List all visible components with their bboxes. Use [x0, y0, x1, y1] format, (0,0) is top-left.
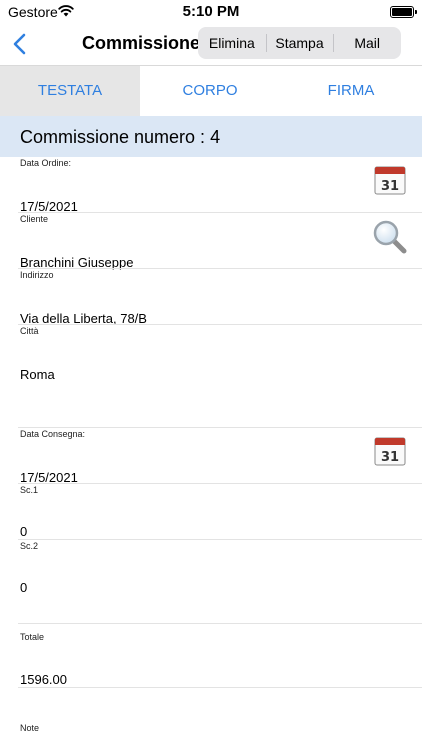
status-time: 5:10 PM [182, 3, 240, 20]
sc2-label: Sc.2 [20, 541, 39, 551]
chevron-left-icon[interactable] [10, 32, 30, 56]
indirizzo-field[interactable]: Indirizzo Via della Liberta, 78/B [0, 269, 422, 326]
note-field[interactable]: Note [0, 722, 422, 750]
citta-value[interactable]: Roma [20, 367, 55, 382]
cliente-field[interactable]: Cliente Branchini Giuseppe [0, 213, 422, 270]
field-divider [18, 687, 422, 688]
citta-label: Città [20, 326, 39, 336]
battery-icon [390, 6, 414, 18]
note-label: Note [20, 723, 40, 733]
page-title: Commissione [82, 33, 201, 53]
totale-field[interactable]: Totale 1596.00 [0, 631, 422, 688]
field-divider [18, 623, 422, 624]
battery-tip [415, 10, 417, 14]
mail-button[interactable]: Mail [333, 27, 401, 59]
tab-testata[interactable]: TESTATA [0, 66, 140, 116]
navigation-bar: Commissione Elimina Stampa Mail [0, 24, 422, 66]
calendar-day-text: 31 [381, 450, 399, 465]
sc2-value[interactable]: 0 [20, 580, 27, 595]
totale-label: Totale [20, 632, 45, 642]
data-ordine-label: Data Ordine: [20, 158, 72, 168]
section-title: Commissione numero : 4 [20, 127, 221, 147]
magnifier-icon[interactable] [372, 219, 408, 255]
data-consegna-field[interactable]: Data Consegna: 17/5/2021 [0, 428, 422, 485]
data-consegna-label: Data Consegna: [20, 429, 86, 439]
battery-level [392, 8, 412, 16]
section-header: Commissione numero : 4 [0, 116, 422, 157]
sc1-field[interactable]: Sc.1 0 [0, 484, 422, 540]
citta-field[interactable]: Città Roma [0, 325, 422, 428]
data-ordine-field[interactable]: Data Ordine: 17/5/2021 [0, 157, 422, 214]
sc1-value[interactable]: 0 [20, 524, 27, 539]
tab-firma[interactable]: FIRMA [280, 66, 422, 116]
calendar-day-text: 31 [381, 179, 399, 194]
action-segmented-control: Elimina Stampa Mail [198, 27, 401, 59]
print-button[interactable]: Stampa [265, 27, 334, 59]
tab-bar: TESTATA CORPO FIRMA [0, 66, 422, 116]
sc1-label: Sc.1 [20, 485, 39, 495]
sc2-field[interactable]: Sc.2 0 [0, 540, 422, 624]
delete-button[interactable]: Elimina [198, 27, 266, 59]
indirizzo-label: Indirizzo [20, 270, 54, 280]
cliente-label: Cliente [20, 214, 49, 224]
tab-corpo[interactable]: CORPO [140, 66, 280, 116]
calendar-icon[interactable]: 31 [374, 436, 406, 466]
totale-value[interactable]: 1596.00 [20, 672, 67, 687]
status-bar: Gestore 5:10 PM [0, 0, 422, 24]
calendar-icon[interactable]: 31 [374, 165, 406, 195]
